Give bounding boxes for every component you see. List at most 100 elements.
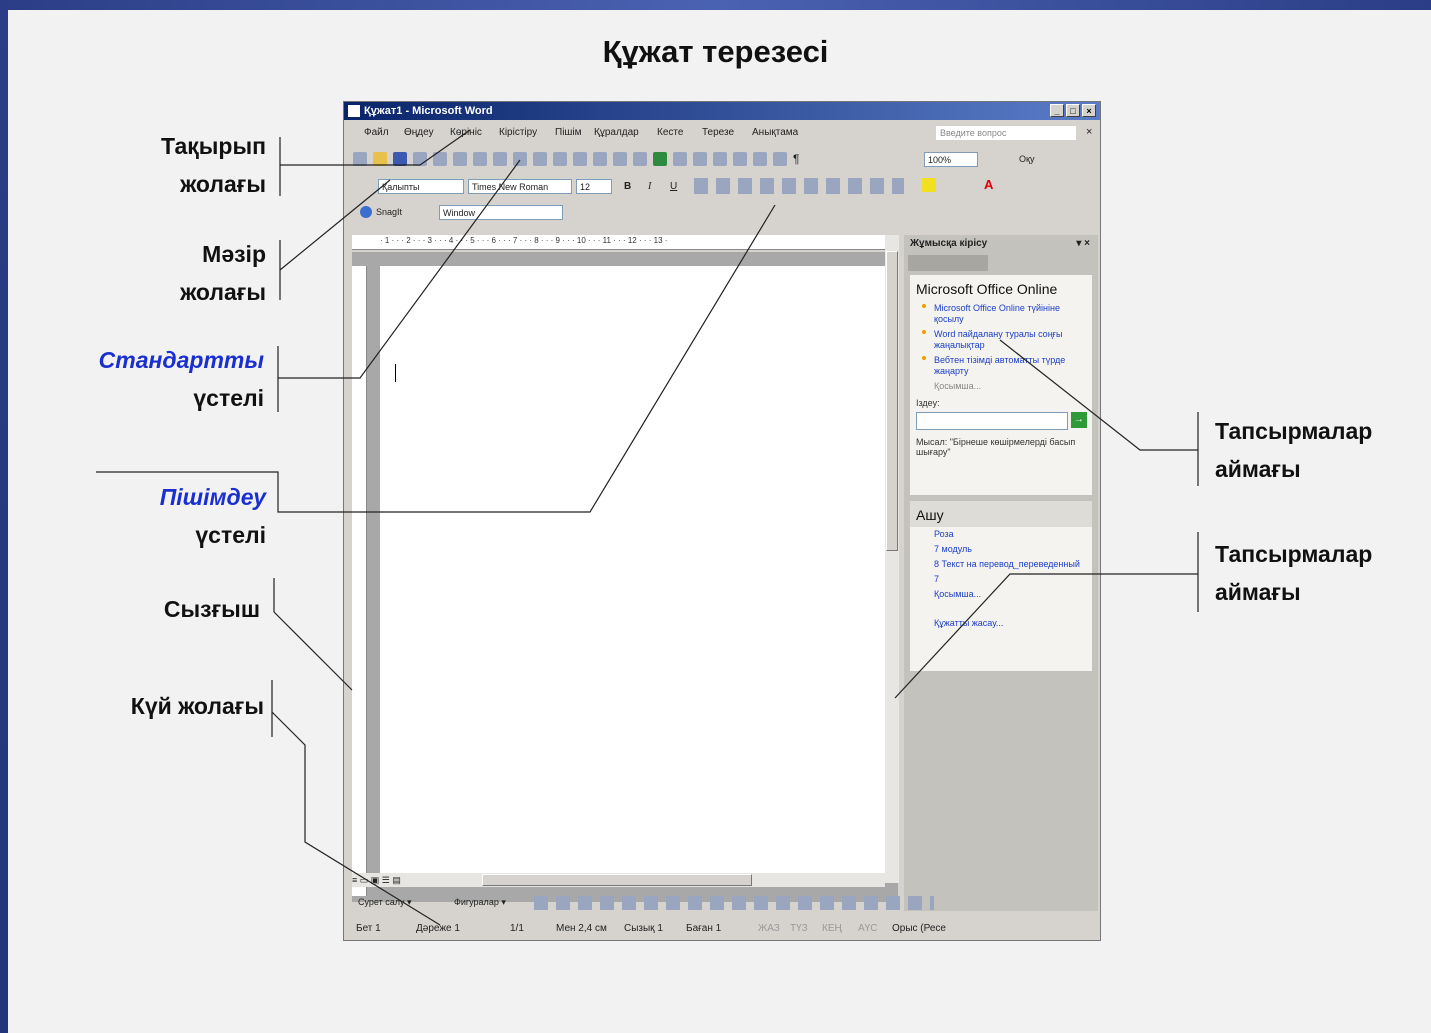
recent-file-4[interactable]: 7 [910,572,1092,587]
search-example: Мысал: "Бірнеше көшірмелерді басып шығар… [916,437,1076,457]
document-area [352,252,898,902]
task-pane-nav[interactable] [908,255,988,271]
recent-file-3[interactable]: 8 Текст на перевод_переведенный [910,557,1092,572]
save-icon[interactable] [393,152,407,166]
create-document-link[interactable]: Құжатты жасау... [910,616,1092,631]
copy-icon[interactable] [553,152,567,166]
minimize-button[interactable]: _ [1050,104,1064,117]
open-icon[interactable] [373,152,387,166]
horizontal-scrollbar[interactable] [352,873,885,887]
recent-file-2[interactable]: 7 модуль [910,542,1092,557]
snagit-button[interactable]: SnagIt [376,207,402,217]
research-icon[interactable] [513,152,527,166]
status-ext[interactable]: КЕҢ [822,923,842,934]
cut-icon[interactable] [533,152,547,166]
status-line: Сызық 1 [624,923,663,934]
menu-window[interactable]: Терезе [702,127,734,138]
menu-view[interactable]: Көрініс [450,127,482,138]
task-pane-close-icon[interactable]: ▾ × [1076,235,1090,253]
menu-file[interactable]: Файл [364,127,389,138]
close-doc-icon[interactable]: × [1086,126,1092,138]
vertical-ruler[interactable] [352,266,367,896]
slide-left-band [0,0,8,1033]
font-size-select[interactable]: 12 [576,179,612,194]
label-standard-line1: Стандартты [98,347,264,373]
print-icon[interactable] [453,152,467,166]
status-language: Орыс (Ресе [892,923,946,934]
paste-icon[interactable] [573,152,587,166]
status-at: Мен 2,4 см [556,923,607,934]
status-ovr[interactable]: АҮС [858,923,877,934]
vertical-scrollbar[interactable] [885,235,899,883]
task-pane-title: Жұмысқа кірісу [910,238,988,249]
label-formatting-line2: үстелі [195,522,266,548]
status-rec[interactable]: ЖАЗ [758,923,780,934]
email-icon[interactable] [433,152,447,166]
autoshapes-menu[interactable]: Фигуралар ▾ [454,897,506,908]
document-page[interactable] [380,266,896,876]
insert-table-icon[interactable] [693,152,707,166]
office-link-1[interactable]: Microsoft Office Online түйініне қосылу [910,301,1092,327]
format-painter-icon[interactable] [593,152,607,166]
status-page: Бет 1 [356,923,381,934]
status-trk[interactable]: ТҮЗ [790,923,808,934]
window-title: Құжат1 - Microsoft Word [364,105,493,117]
drawing-toolbar: Сурет салу ▾ Фигуралар ▾ [344,892,1100,914]
help-search-box[interactable]: Введите вопрос [936,126,1076,140]
search-input[interactable] [916,412,1068,430]
doc-map-icon[interactable] [773,152,787,166]
office-link-2[interactable]: Word пайдалану туралы соңғы жаңалықтар [910,327,1092,353]
menu-format[interactable]: Пішім [555,127,582,138]
draw-menu[interactable]: Сурет салу ▾ [358,897,412,908]
status-section: Дәреже 1 [416,923,460,934]
snagit-window-select[interactable]: Window [439,205,563,220]
office-more-link[interactable]: Қосымша... [910,379,1092,394]
text-cursor [395,364,396,382]
alignment-list-buttons[interactable] [694,178,904,194]
highlight-icon[interactable] [922,178,936,192]
menu-help[interactable]: Анықтама [752,127,798,138]
redo-icon[interactable] [633,152,647,166]
horizontal-ruler[interactable]: · 1 · · · 2 · · · 3 · · · 4 · · · 5 · · … [352,235,898,250]
close-button[interactable]: × [1082,104,1096,117]
task-pane-header: Жұмысқа кірісу ▾ × [904,235,1098,253]
view-buttons[interactable]: ≡ ▭ ▣ ☰ ▤ [352,875,401,886]
read-button[interactable]: Оқу [1019,154,1034,164]
vertical-scroll-thumb[interactable] [886,251,898,551]
preview-icon[interactable] [473,152,487,166]
maximize-button[interactable]: □ [1066,104,1080,117]
permission-icon[interactable] [413,152,427,166]
show-hide-icon[interactable]: ¶ [793,152,807,166]
recent-file-1[interactable]: Роза [910,527,1092,542]
undo-icon[interactable] [613,152,627,166]
columns-icon[interactable] [733,152,747,166]
word-app-icon [348,105,360,117]
drawing-icon[interactable] [753,152,767,166]
style-select[interactable]: Қалыпты [378,179,464,194]
font-select[interactable]: Times New Roman [468,179,572,194]
spelling-icon[interactable] [493,152,507,166]
open-more-link[interactable]: Қосымша... [910,587,1092,602]
excel-icon[interactable] [713,152,727,166]
label-menu-bar: Мәзір жолағы [100,235,266,311]
menu-insert[interactable]: Кірістіру [499,127,537,138]
menu-table[interactable]: Кесте [657,127,683,138]
underline-button[interactable]: U [670,181,677,192]
menu-edit[interactable]: Өңдеу [404,127,434,138]
label-task-pane-1: Тапсырмалар аймағы [1215,412,1372,488]
label-task-pane-1-line2: аймағы [1215,456,1301,482]
title-bar[interactable]: Құжат1 - Microsoft Word _ □ × [344,102,1100,120]
font-color-icon[interactable]: A [984,177,993,192]
italic-button[interactable]: I [648,181,651,192]
snagit-icon [360,206,372,218]
office-link-3[interactable]: Вебтен тізімді автоматты түрде жаңарту [910,353,1092,379]
drawing-tools[interactable] [534,896,934,910]
menu-tools[interactable]: Құралдар [594,127,639,138]
new-icon[interactable] [353,152,367,166]
horizontal-scroll-thumb[interactable] [482,874,752,886]
hyperlink-icon[interactable] [653,152,667,166]
tables-borders-icon[interactable] [673,152,687,166]
bold-button[interactable]: B [624,181,631,192]
zoom-select[interactable]: 100% [924,152,978,167]
search-go-icon[interactable]: → [1070,412,1087,428]
